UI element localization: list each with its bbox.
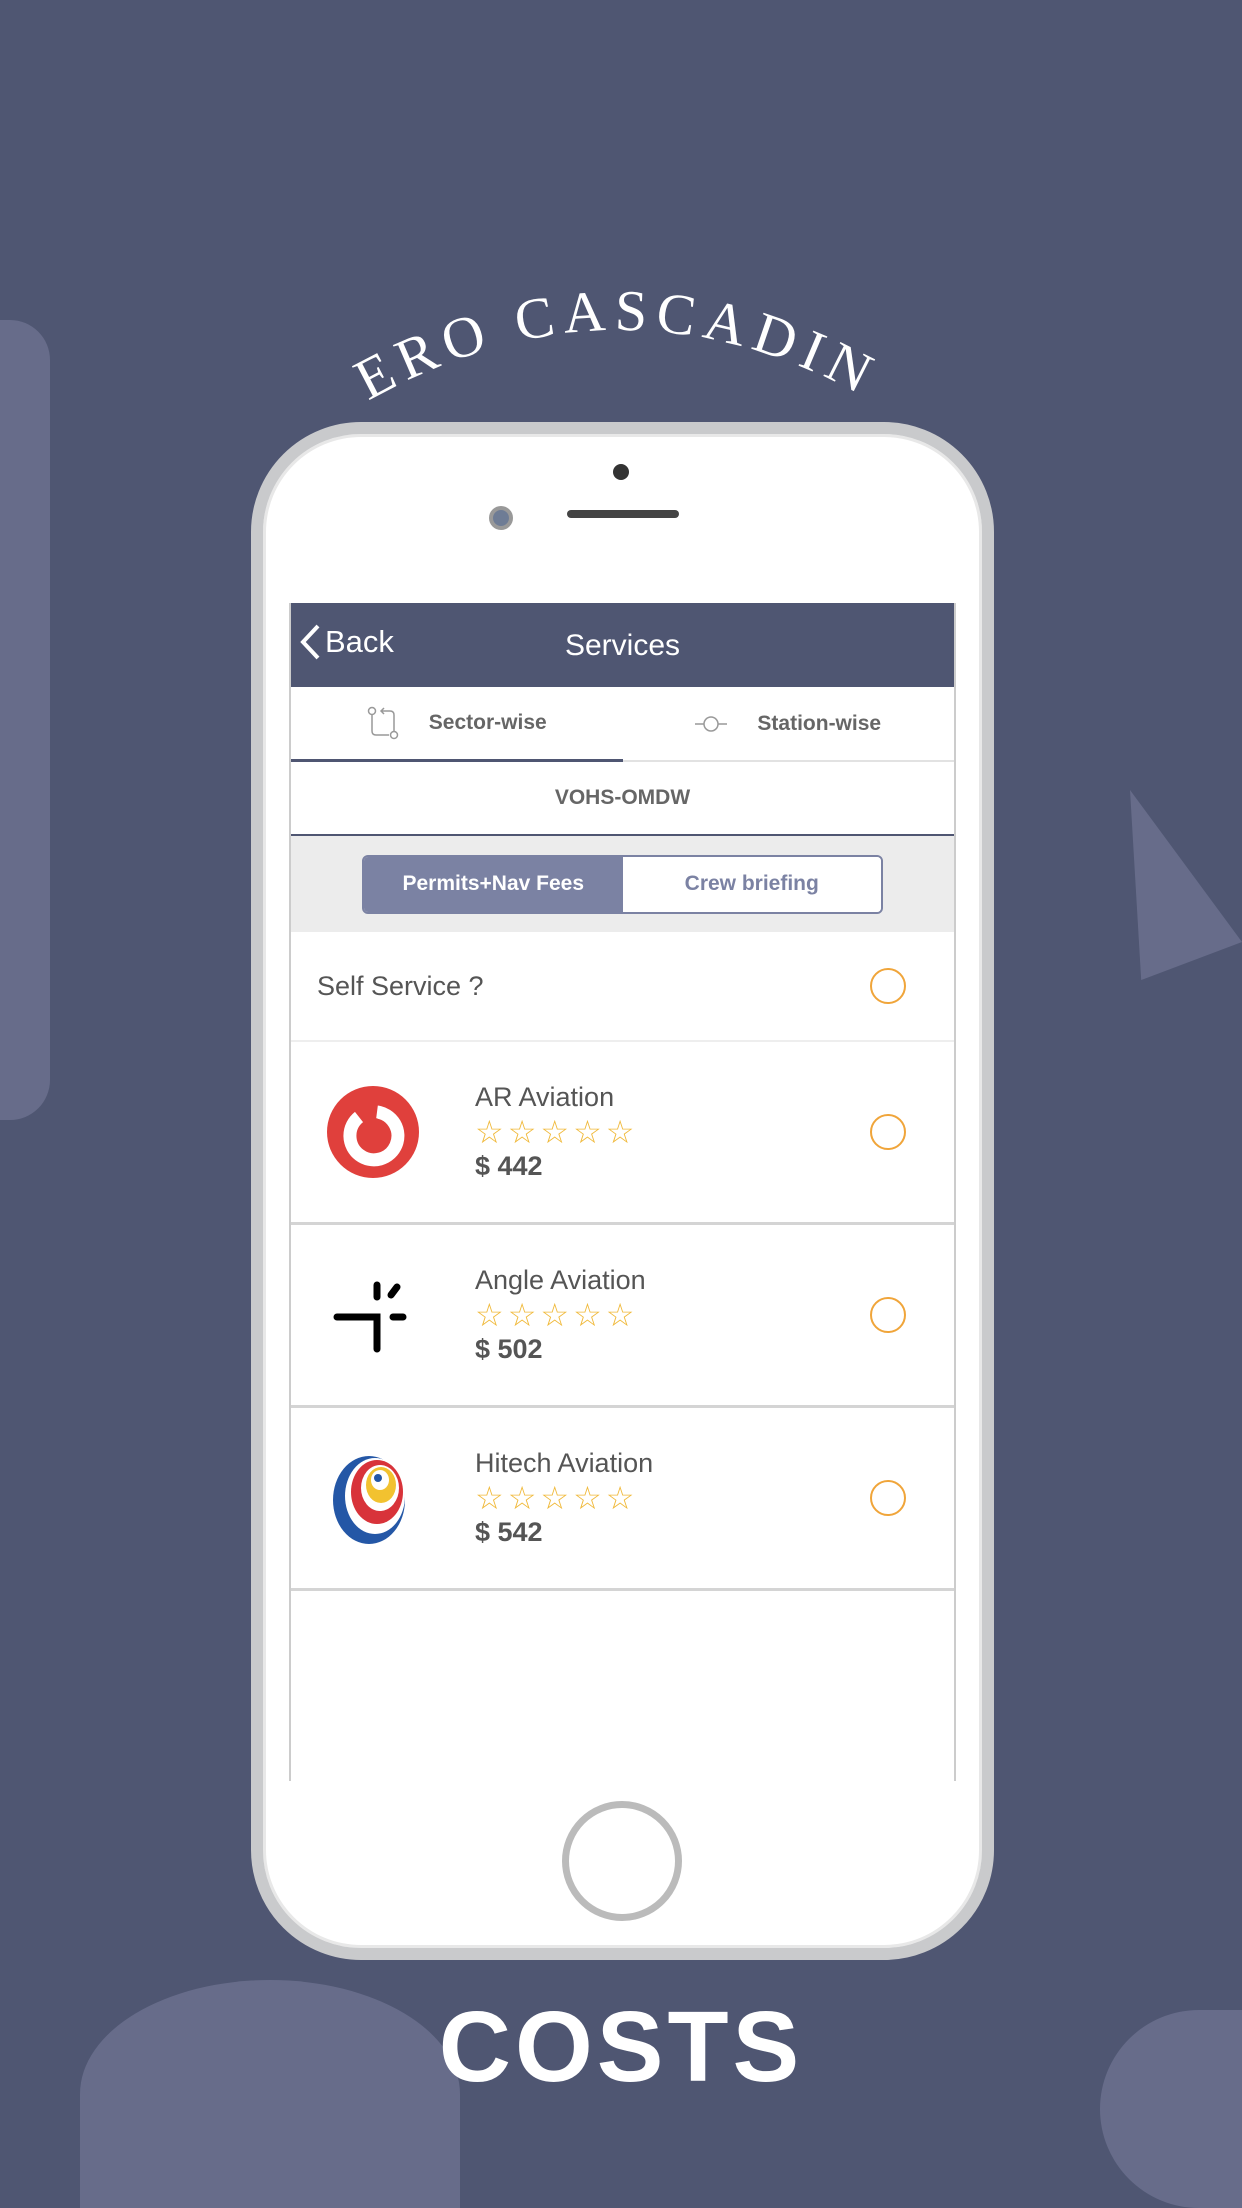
decor-shape [1130, 790, 1242, 980]
route-code: VOHS-OMDW [291, 762, 954, 836]
nav-bar: Back Services [291, 603, 954, 687]
earpiece-camera [613, 464, 629, 480]
provider-radio[interactable] [870, 1114, 906, 1150]
self-service-label: Self Service ? [317, 970, 484, 1001]
tab-label: Sector-wise [428, 711, 547, 734]
svg-text:- ZERO CASCADING -: - ZERO CASCADING - [300, 240, 890, 412]
front-camera [489, 506, 513, 530]
promo-headline: COSTS [438, 1991, 804, 2103]
tab-bar: Sector-wise Station-wise [291, 687, 954, 762]
provider-row[interactable]: AR Aviation ☆☆☆☆☆ $ 442 [291, 1042, 954, 1225]
tab-sector-wise[interactable]: Sector-wise [291, 687, 623, 762]
provider-radio[interactable] [870, 1297, 906, 1333]
speaker [567, 510, 679, 518]
station-icon [695, 715, 728, 732]
ar-aviation-logo [327, 1086, 419, 1178]
tab-label: Station-wise [757, 711, 882, 735]
hitech-aviation-logo [333, 1456, 405, 1544]
route-icon [367, 706, 399, 740]
self-service-row[interactable]: Self Service ? [291, 932, 954, 1042]
provider-price: $ 502 [475, 1334, 543, 1364]
provider-radio[interactable] [870, 1480, 906, 1516]
service-type-bar: Permits+Nav Fees Crew briefing [291, 836, 954, 932]
star-rating: ☆☆☆☆☆ [475, 1297, 639, 1333]
provider-price: $ 542 [475, 1517, 543, 1547]
tab-station-wise[interactable]: Station-wise [623, 687, 955, 760]
decor-shape [0, 320, 50, 1120]
provider-row[interactable]: Angle Aviation ☆☆☆☆☆ $ 502 [291, 1225, 954, 1408]
app-screen: Back Services Sector-wise Station-wise V… [289, 603, 956, 1781]
provider-name: Hitech Aviation [475, 1448, 654, 1478]
provider-name: Angle Aviation [475, 1265, 646, 1295]
page-title: Services [564, 629, 681, 662]
segment-permits-nav-fees[interactable]: Permits+Nav Fees [364, 856, 623, 912]
angle-aviation-logo [333, 1281, 407, 1353]
headline-arc: - ZERO CASCADING - [300, 240, 890, 412]
segment-crew-briefing[interactable]: Crew briefing [622, 856, 881, 912]
star-rating: ☆☆☆☆☆ [475, 1114, 639, 1150]
star-rating: ☆☆☆☆☆ [475, 1480, 639, 1516]
self-service-radio[interactable] [870, 968, 906, 1004]
provider-name: AR Aviation [475, 1082, 615, 1112]
provider-row[interactable]: Hitech Aviation ☆☆☆☆☆ $ 542 [291, 1408, 954, 1591]
home-button[interactable] [562, 1801, 682, 1921]
provider-price: $ 442 [475, 1151, 543, 1181]
service-type-segmented-control: Permits+Nav Fees Crew briefing [362, 854, 883, 914]
